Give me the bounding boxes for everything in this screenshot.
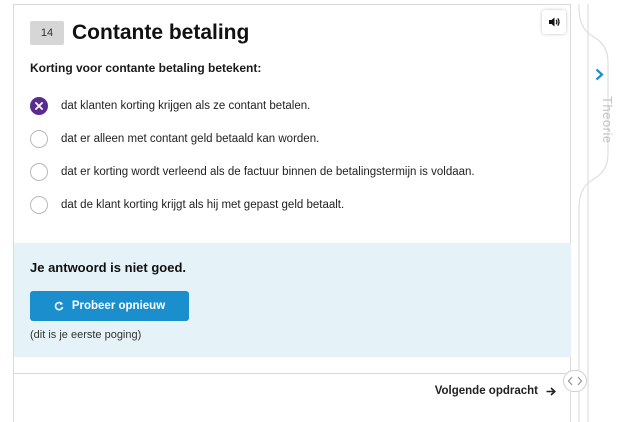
- theory-label: Theorie: [600, 96, 615, 144]
- question-header: 14 Contante betaling: [30, 21, 249, 45]
- theory-sidebar[interactable]: Theorie: [578, 4, 618, 422]
- answer-option-4[interactable]: dat de klant korting krijgt als hij met …: [30, 195, 344, 215]
- feedback-panel: Je antwoord is niet goed. Probeer opnieu…: [14, 243, 571, 357]
- collapse-handle[interactable]: [563, 370, 587, 392]
- answer-radio[interactable]: [30, 196, 48, 214]
- arrow-right-icon: [546, 386, 556, 396]
- answer-label: dat er korting wordt verleend als de fac…: [61, 166, 475, 178]
- refresh-icon: [54, 301, 64, 311]
- answer-option-3[interactable]: dat er korting wordt verleend als de fac…: [30, 162, 475, 182]
- answer-label: dat klanten korting krijgen als ze conta…: [61, 100, 311, 112]
- answer-option-2[interactable]: dat er alleen met contant geld betaald k…: [30, 129, 319, 149]
- speaker-icon: [548, 17, 560, 27]
- answer-radio[interactable]: [30, 163, 48, 181]
- audio-button[interactable]: [542, 10, 566, 34]
- feedback-message: Je antwoord is niet goed.: [30, 260, 187, 275]
- answer-radio[interactable]: [30, 130, 48, 148]
- question-number: 14: [30, 21, 64, 45]
- chevron-right-icon[interactable]: [595, 68, 604, 81]
- exercise-card: 14 Contante betaling Korting voor contan…: [13, 4, 571, 422]
- next-label: Volgende opdracht: [434, 385, 538, 397]
- collapse-arrows-icon: [567, 376, 583, 386]
- answer-radio-wrong[interactable]: [30, 97, 48, 115]
- answer-option-1[interactable]: dat klanten korting krijgen als ze conta…: [30, 96, 310, 116]
- question-title: Contante betaling: [72, 21, 250, 44]
- answer-label: dat er alleen met contant geld betaald k…: [61, 133, 320, 145]
- next-exercise-link[interactable]: Volgende opdracht: [435, 385, 556, 397]
- retry-button[interactable]: Probeer opnieuw: [30, 291, 189, 321]
- answer-label: dat de klant korting krijgt als hij met …: [61, 199, 345, 211]
- footer-divider: [14, 373, 571, 374]
- attempt-note: (dit is je eerste poging): [30, 329, 142, 341]
- theory-tab-outline: [578, 4, 609, 422]
- wrong-x-icon: [35, 102, 43, 110]
- question-prompt: Korting voor contante betaling betekent:: [30, 61, 262, 75]
- retry-label: Probeer opnieuw: [71, 300, 166, 312]
